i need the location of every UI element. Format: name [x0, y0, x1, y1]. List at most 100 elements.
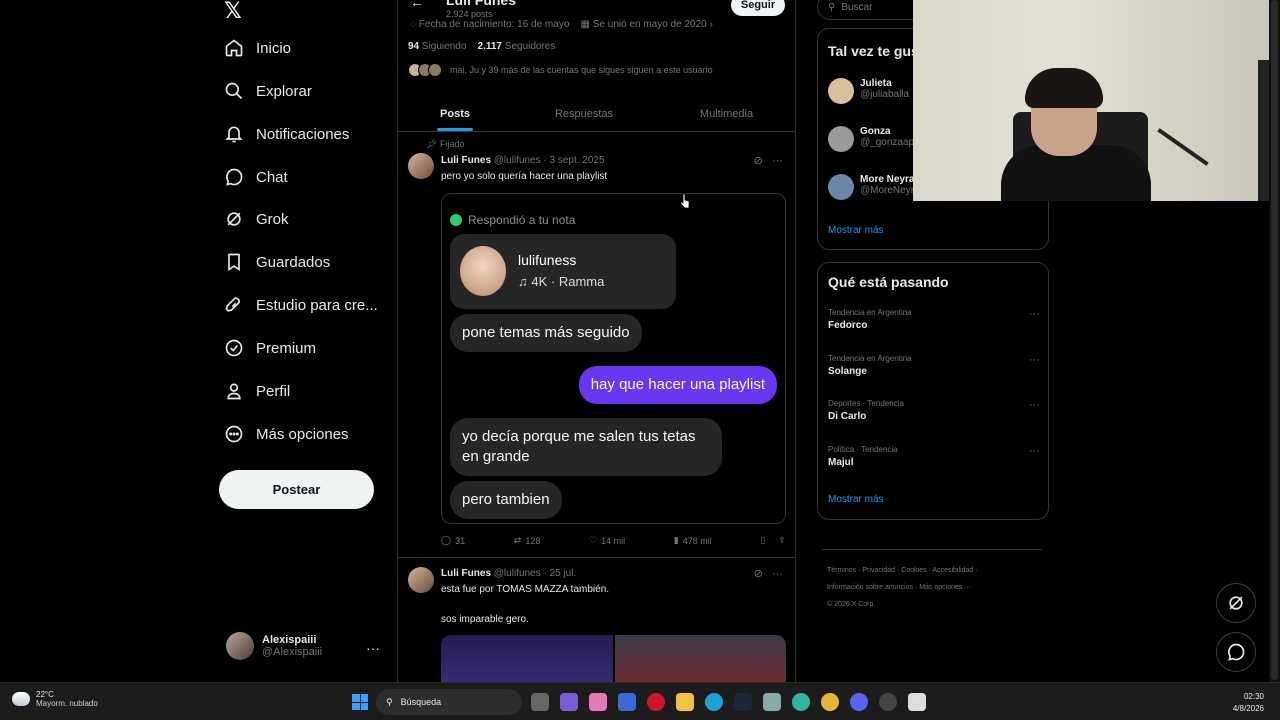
- nav-more-options[interactable]: Más opciones: [224, 419, 349, 449]
- search-icon: ⚲: [828, 1, 836, 13]
- nav-grok[interactable]: Grok: [224, 204, 289, 234]
- profile-tabs: Posts Respuestas Multimedia: [398, 96, 795, 132]
- trend-item[interactable]: Tendencia en Argentina Fedorco ···: [828, 308, 1040, 331]
- media-image[interactable]: [614, 635, 786, 682]
- repost-button[interactable]: ⇄ 128: [514, 535, 541, 546]
- task-view-icon[interactable]: [531, 693, 549, 711]
- more-dots-icon[interactable]: ···: [1029, 308, 1040, 320]
- post-media-screenshot[interactable]: Respondió a tu nota lulifuness ♫ 4K · Ra…: [441, 193, 786, 524]
- nav-premium[interactable]: Premium: [224, 333, 316, 363]
- nav-profile[interactable]: Perfil: [224, 376, 290, 406]
- post-text: sos imparable gero.: [441, 614, 529, 625]
- reply-button[interactable]: ◯ 31: [441, 535, 465, 546]
- x-logo-icon[interactable]: 𝕏: [224, 0, 242, 24]
- grok-icon[interactable]: ⊘: [754, 568, 763, 580]
- grok-icon: [227, 212, 241, 226]
- clock[interactable]: 02:30 4/8/2026: [1233, 691, 1264, 715]
- follow-button[interactable]: Seguir: [731, 0, 785, 16]
- nav-chat[interactable]: Chat: [224, 162, 288, 192]
- followers-link[interactable]: 2.117 Seguidores: [478, 41, 556, 52]
- hand-cursor-icon: [680, 193, 690, 209]
- more-dots-icon[interactable]: ···: [772, 568, 783, 580]
- settings-icon[interactable]: [879, 693, 897, 711]
- folder-icon[interactable]: [676, 693, 694, 711]
- tab-replies[interactable]: Respuestas: [512, 96, 656, 131]
- chat-fab-button[interactable]: [1216, 632, 1256, 672]
- avatar: [460, 246, 506, 296]
- share-icon: ⇧: [778, 535, 786, 545]
- post-button[interactable]: Postear: [219, 470, 374, 509]
- trend-item[interactable]: Deportes · Tendencia Di Carlo ···: [828, 399, 1040, 422]
- suggestion-item[interactable]: Julieta @juliaballa: [828, 78, 909, 104]
- nav-notifications[interactable]: Notificaciones: [224, 119, 349, 149]
- steam-icon[interactable]: [734, 693, 752, 711]
- show-more-link[interactable]: Mostrar más: [828, 494, 884, 505]
- chart-icon: ▮: [673, 535, 679, 545]
- footer-line[interactable]: Términos · Privacidad · Cookies · Accesi…: [827, 562, 1047, 579]
- verified-icon: [225, 339, 243, 357]
- home-icon: [225, 39, 243, 57]
- nav-label: Grok: [256, 210, 289, 228]
- chrome-icon[interactable]: [821, 693, 839, 711]
- account-switcher[interactable]: Alexispaiii @Alexispaiii ···: [226, 632, 386, 660]
- scrollbar-thumb[interactable]: [1271, 0, 1278, 680]
- store-icon[interactable]: [618, 693, 636, 711]
- tab-posts[interactable]: Posts: [398, 96, 512, 131]
- following-link[interactable]: 94 Siguiendo: [408, 41, 466, 52]
- tab-media[interactable]: Multimedia: [656, 96, 795, 131]
- media-image[interactable]: [441, 635, 613, 682]
- search-icon: [225, 82, 243, 100]
- post-avatar[interactable]: [408, 567, 434, 593]
- chat-icon: [226, 168, 243, 186]
- post-avatar[interactable]: [408, 153, 434, 179]
- person-icon: [227, 383, 241, 400]
- more-dots-icon[interactable]: ···: [1029, 354, 1040, 366]
- post-media-images[interactable]: [441, 635, 786, 682]
- post-top-actions: ⊘ ···: [754, 154, 783, 167]
- more-dots-icon[interactable]: ···: [772, 155, 783, 167]
- show-more-link[interactable]: Mostrar más: [828, 225, 884, 236]
- more-dots-icon[interactable]: ···: [366, 640, 380, 656]
- views-button[interactable]: ▮ 478 mil: [674, 535, 712, 546]
- trend-item[interactable]: Política · Tendencia Majul ···: [828, 445, 1040, 468]
- bookmark-button[interactable]: ▯ ⇧: [760, 535, 786, 546]
- post-author[interactable]: Luli Funes: [441, 568, 491, 579]
- like-button[interactable]: ♡ 14 mil: [589, 535, 625, 546]
- grok-icon[interactable]: ⊘: [754, 155, 763, 167]
- suggestion-item[interactable]: More Neyra @MoreNeyra: [828, 174, 920, 200]
- discord-icon[interactable]: [850, 693, 868, 711]
- edge-icon[interactable]: [705, 693, 723, 711]
- taskbar-search[interactable]: ⚲ Búsqueda: [376, 689, 522, 715]
- pen-app-icon[interactable]: [560, 693, 578, 711]
- suggestion-item[interactable]: Gonza @_gonzaap: [828, 126, 914, 152]
- nav-explore[interactable]: Explorar: [224, 76, 312, 106]
- footer-line[interactable]: Información sobre anuncios · Más opcione…: [827, 579, 1047, 596]
- nav-label: Estudio para cre...: [256, 296, 378, 314]
- note-card: lulifuness ♫ 4K · Ramma: [450, 234, 676, 309]
- webcam-overlay: [913, 0, 1280, 201]
- opera-icon[interactable]: [647, 693, 665, 711]
- clock-date: 4/8/2026: [1232, 704, 1264, 713]
- nav-bookmarks[interactable]: Guardados: [224, 247, 330, 277]
- app-icon[interactable]: [792, 693, 810, 711]
- scrollbar[interactable]: [1269, 0, 1280, 682]
- notepad-icon[interactable]: [908, 693, 926, 711]
- more-dots-icon[interactable]: ···: [1029, 399, 1040, 411]
- post-handle-date: @lulifunes · 25 jul.: [493, 568, 577, 579]
- trend-item[interactable]: Tendencia en Argentina Solange ···: [828, 354, 1040, 377]
- avatar: [226, 632, 254, 660]
- known-followers[interactable]: mai, Ju y 39 más de las cuentas que sigu…: [408, 63, 713, 77]
- more-dots-icon[interactable]: ···: [1029, 445, 1040, 457]
- back-arrow-icon[interactable]: ←: [410, 0, 424, 10]
- nav-creator-studio[interactable]: Estudio para cre...: [224, 290, 378, 320]
- post-author[interactable]: Luli Funes: [441, 155, 491, 166]
- photos-icon[interactable]: [763, 693, 781, 711]
- search-input[interactable]: ⚲ Buscar: [817, 0, 927, 20]
- copilot-icon[interactable]: [589, 693, 607, 711]
- start-button-icon[interactable]: [352, 694, 368, 710]
- weather-widget[interactable]: 22°C Mayorm. nublado: [12, 690, 98, 708]
- grok-fab-button[interactable]: [1216, 583, 1256, 623]
- note-song: ♫ 4K · Ramma: [518, 274, 605, 289]
- nav-home[interactable]: Inicio: [224, 33, 291, 63]
- music-note-icon: ♫: [518, 274, 528, 289]
